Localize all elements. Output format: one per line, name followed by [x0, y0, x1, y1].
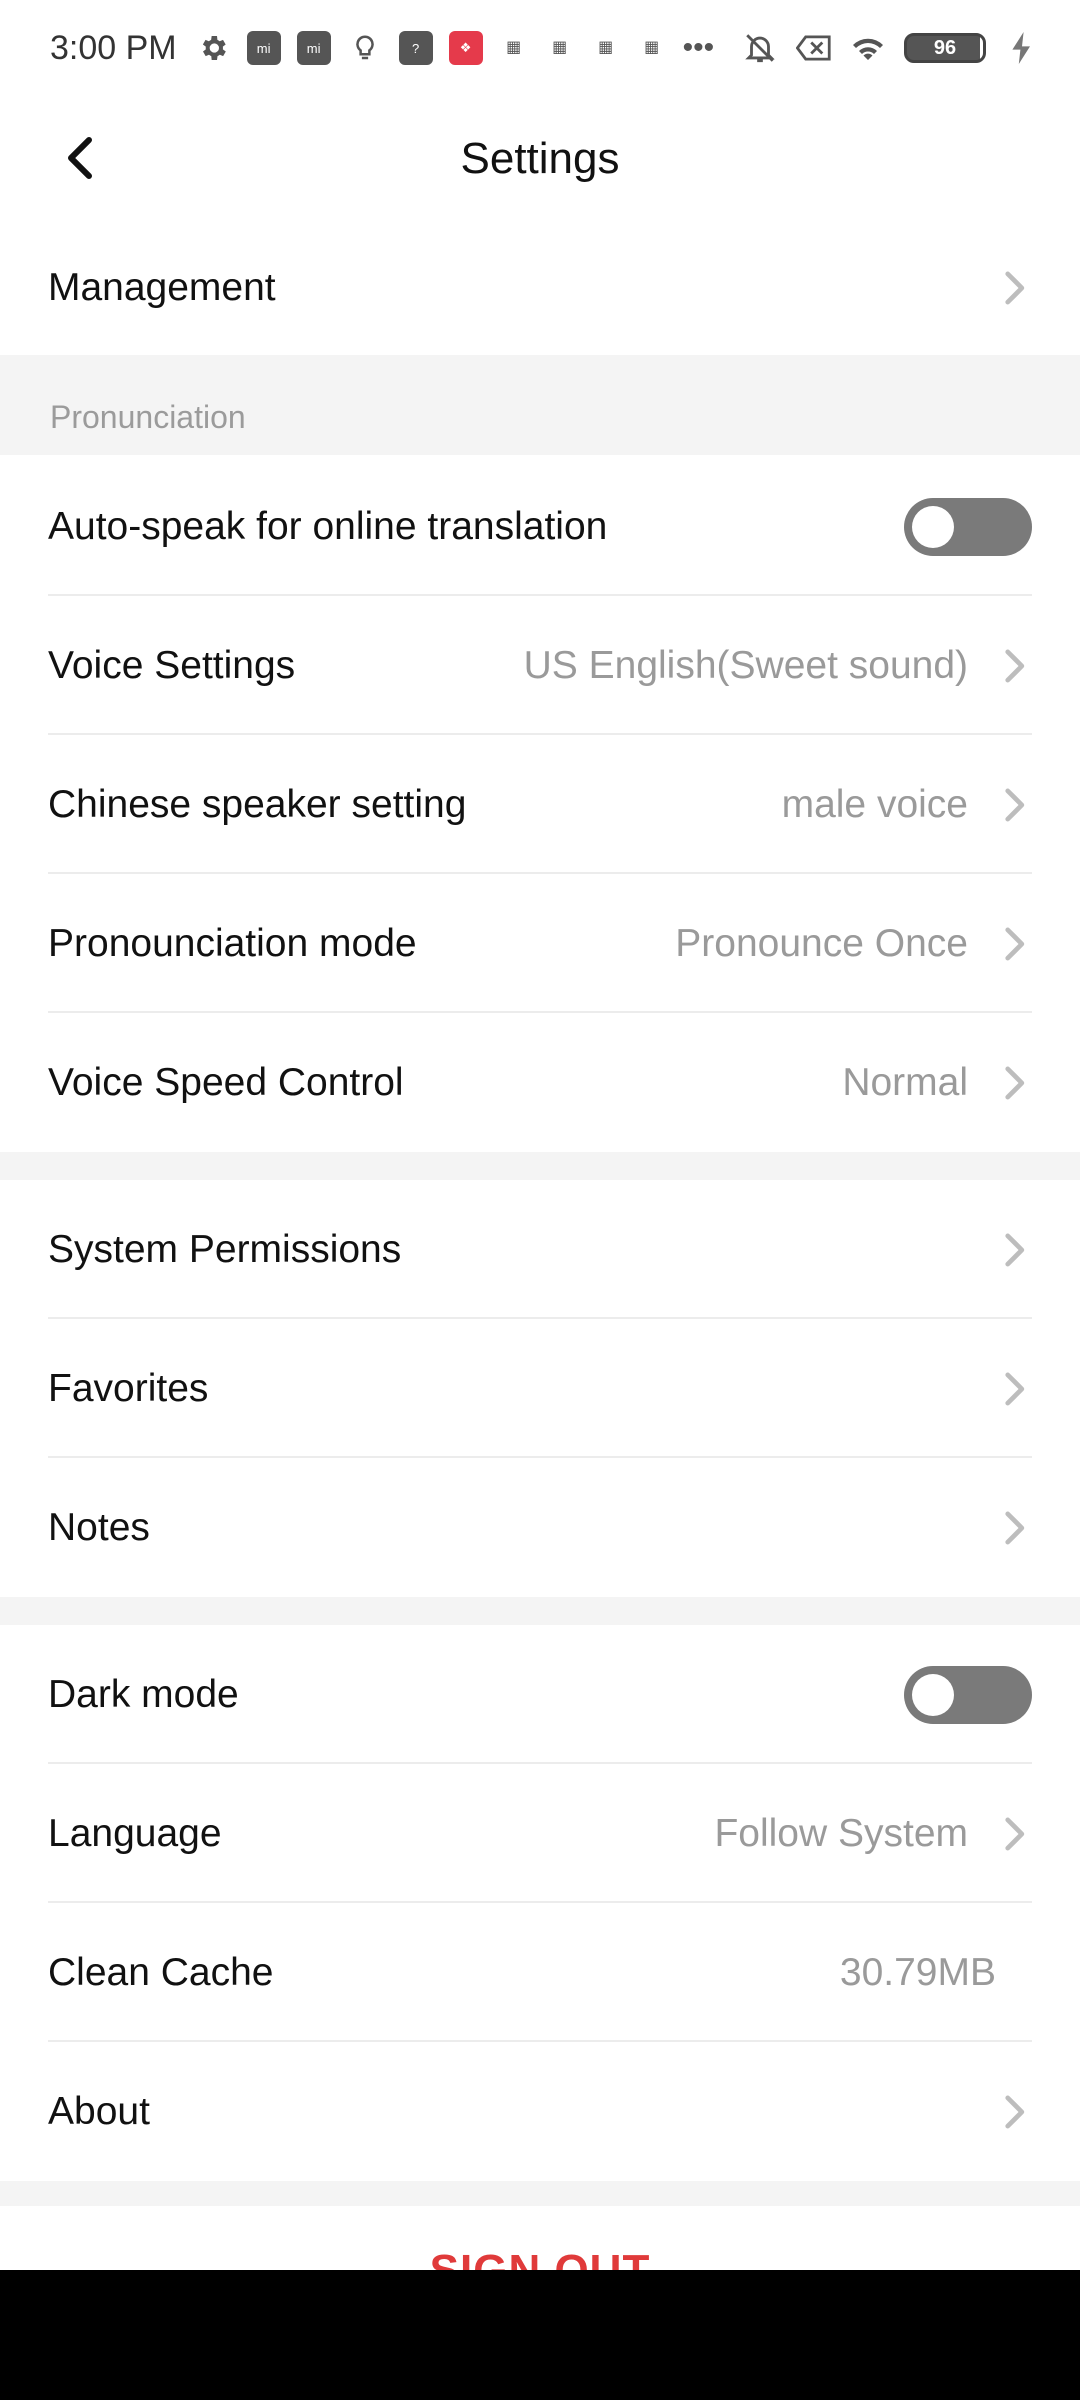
- favorites-row[interactable]: Favorites: [0, 1319, 1080, 1458]
- row-label: Notes: [48, 1505, 150, 1549]
- mute-icon: [742, 30, 778, 66]
- auto-speak-row: Auto-speak for online translation: [0, 457, 1080, 596]
- row-label: System Permissions: [48, 1227, 402, 1271]
- question-icon: ?: [398, 31, 433, 65]
- dark-mode-toggle[interactable]: [904, 1665, 1032, 1724]
- voice-speed-row[interactable]: Voice Speed Control Normal: [0, 1013, 1080, 1152]
- app-icon: ▦: [552, 39, 568, 56]
- row-value: Normal: [842, 1060, 968, 1104]
- chevron-right-icon: [996, 266, 1032, 310]
- settings-screen: 3:00 PM mi mi ? ❖ ▦ ▦ ▦ ▦ ••• 96 Setting…: [0, 0, 1080, 2400]
- row-label: About: [48, 2089, 150, 2133]
- gear-icon: [195, 30, 231, 66]
- charging-icon: [1004, 30, 1040, 66]
- management-row[interactable]: Management: [0, 220, 1080, 355]
- row-label: Voice Speed Control: [48, 1060, 404, 1104]
- section-gap: [0, 1597, 1080, 1625]
- notes-row[interactable]: Notes: [0, 1458, 1080, 1597]
- chevron-right-icon: [996, 783, 1032, 827]
- status-time: 3:00 PM: [50, 28, 177, 67]
- row-label: Chinese speaker setting: [48, 782, 467, 826]
- mi-app-icon: mi: [246, 31, 281, 65]
- more-icon: •••: [682, 31, 715, 64]
- chevron-right-icon: [996, 2090, 1032, 2134]
- close-box-icon: [796, 30, 832, 66]
- chevron-right-icon: [996, 644, 1032, 688]
- section-gap: [0, 2181, 1080, 2206]
- app-icon: ▦: [644, 39, 660, 56]
- section-gap: [0, 1152, 1080, 1180]
- toggle-knob: [912, 505, 954, 548]
- page-title: Settings: [460, 134, 620, 183]
- row-label: Language: [48, 1811, 222, 1855]
- chevron-right-icon: [996, 922, 1032, 966]
- chevron-right-icon: [996, 1061, 1032, 1105]
- about-row[interactable]: About: [0, 2042, 1080, 2181]
- chinese-speaker-row[interactable]: Chinese speaker setting male voice: [0, 735, 1080, 874]
- row-label: Favorites: [48, 1366, 209, 1410]
- row-label: Auto-speak for online translation: [48, 504, 608, 548]
- mi-app-icon: mi: [296, 31, 331, 65]
- sign-out-label: SIGN OUT: [0, 2246, 1080, 2270]
- voice-settings-row[interactable]: Voice Settings US English(Sweet sound): [0, 596, 1080, 735]
- auto-speak-toggle[interactable]: [904, 497, 1032, 556]
- wifi-icon: [850, 30, 886, 66]
- dark-mode-row: Dark mode: [0, 1625, 1080, 1764]
- status-bar: 3:00 PM mi mi ? ❖ ▦ ▦ ▦ ▦ ••• 96: [0, 0, 1080, 96]
- section-header-pronunciation: Pronunciation: [0, 355, 1080, 455]
- row-label: Dark mode: [48, 1672, 239, 1716]
- pronounciation-mode-row[interactable]: Pronounciation mode Pronounce Once: [0, 874, 1080, 1013]
- chevron-right-icon: [996, 1228, 1032, 1272]
- row-label: Management: [48, 265, 276, 309]
- system-permissions-row[interactable]: System Permissions: [0, 1180, 1080, 1319]
- app-icon: ▦: [598, 39, 614, 56]
- section-title: Pronunciation: [50, 399, 246, 435]
- chevron-right-icon: [996, 1367, 1032, 1411]
- row-value: male voice: [781, 782, 968, 826]
- system-navigation-bar: [0, 2270, 1080, 2400]
- row-value: Pronounce Once: [675, 921, 968, 965]
- row-label: Pronounciation mode: [48, 921, 417, 965]
- language-row[interactable]: Language Follow System: [0, 1764, 1080, 1903]
- app-icon: ▦: [506, 39, 522, 56]
- sign-out-button[interactable]: SIGN OUT: [0, 2206, 1080, 2270]
- chevron-right-icon: [996, 1506, 1032, 1550]
- row-label: Voice Settings: [48, 643, 296, 687]
- chevron-right-icon: [996, 1812, 1032, 1856]
- row-label: Clean Cache: [48, 1950, 274, 1994]
- cache-size-value: 30.79MB: [839, 1950, 996, 1994]
- bulb-icon: [347, 30, 383, 66]
- red-app-icon: ❖: [448, 31, 483, 65]
- battery-icon: 96: [904, 33, 986, 63]
- clean-cache-row[interactable]: Clean Cache 30.79MB: [0, 1903, 1080, 2042]
- toggle-knob: [912, 1673, 954, 1716]
- row-value: Follow System: [714, 1811, 968, 1855]
- row-value: US English(Sweet sound): [523, 643, 968, 687]
- app-header: Settings: [0, 96, 1080, 220]
